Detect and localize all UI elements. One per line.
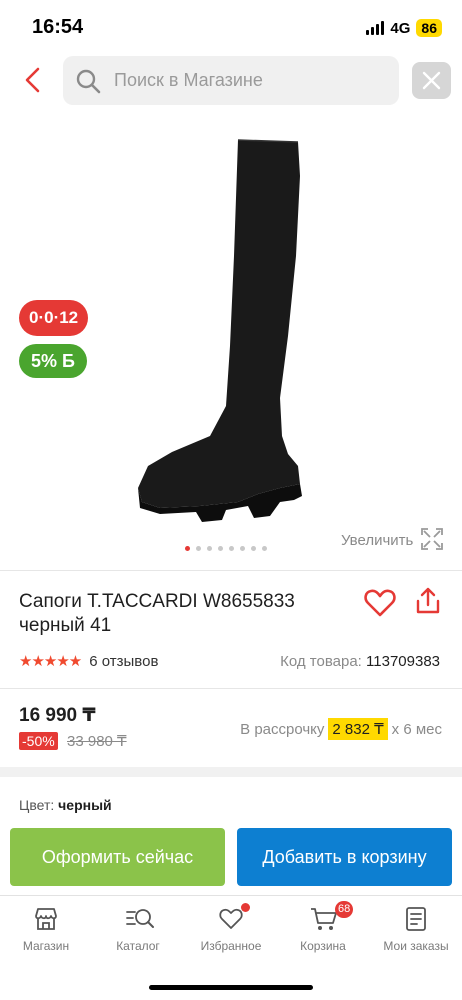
battery-level: 86 <box>416 19 442 37</box>
zoom-label[interactable]: Увеличить <box>341 532 413 549</box>
home-indicator <box>149 985 313 990</box>
share-icon <box>416 587 440 614</box>
product-gallery[interactable]: 0·0·12 5% Б Увеличить <box>0 120 462 560</box>
product-code-label: Код товара: <box>280 653 362 670</box>
section-separator <box>0 767 462 777</box>
pagination-dot[interactable] <box>207 546 212 551</box>
nav-label: Магазин <box>22 939 70 953</box>
notification-dot <box>241 903 250 912</box>
search-input[interactable]: Поиск в Магазине <box>63 56 399 105</box>
nav-item-shop[interactable]: Магазин <box>0 896 92 968</box>
cart-icon <box>311 908 337 930</box>
expand-icon[interactable] <box>421 528 443 550</box>
product-title: Сапоги T.TACCARDI W8655833 черный 41 <box>19 591 295 636</box>
pagination-dot[interactable] <box>196 546 201 551</box>
catalog-search-icon <box>126 909 154 928</box>
product-code: Код товара: 113709383 <box>280 653 440 670</box>
header: Поиск в Магазине <box>0 55 462 107</box>
heart-icon <box>219 908 243 929</box>
nav-label: Каталог <box>116 939 160 953</box>
close-button[interactable] <box>412 62 451 99</box>
orders-icon <box>406 907 426 931</box>
rating-stars: ★★★★★ <box>19 653 82 670</box>
installment-suffix: х 6 мес <box>391 720 442 738</box>
network-type: 4G <box>390 19 411 37</box>
close-icon <box>422 71 441 90</box>
pagination-dot[interactable] <box>240 546 245 551</box>
nav-item-cart[interactable]: 68 Корзина <box>277 896 369 968</box>
divider <box>0 688 462 689</box>
product-code-value: 113709383 <box>366 653 440 670</box>
reviews-link[interactable]: 6 отзывов <box>89 653 158 670</box>
add-to-cart-button[interactable]: Добавить в корзину <box>237 828 452 886</box>
rating-row[interactable]: ★★★★★ 6 отзывов <box>19 652 158 671</box>
timer-badge: 0·0·12 <box>19 300 89 336</box>
pagination-dot[interactable] <box>218 546 223 551</box>
bottom-nav: Магазин Каталог Избранное 68 Корзина Мои… <box>0 895 462 967</box>
pagination-dot[interactable] <box>185 546 190 551</box>
bonus-badge: 5% Б <box>19 344 87 378</box>
shop-icon <box>35 908 57 930</box>
heart-icon <box>364 589 396 617</box>
divider <box>0 570 462 571</box>
installment-amount: 2 832 ₸ <box>328 718 388 740</box>
color-label: Цвет: <box>19 797 55 813</box>
search-placeholder: Поиск в Магазине <box>114 70 263 90</box>
pagination-dot[interactable] <box>229 546 234 551</box>
nav-label: Мои заказы <box>383 939 449 953</box>
discount-badge: -50% <box>19 732 58 750</box>
pagination-dot[interactable] <box>262 546 267 551</box>
current-price: 16 990 ₸ <box>19 705 96 726</box>
nav-item-favorites[interactable]: Избранное <box>185 896 277 968</box>
nav-label: Избранное <box>200 939 262 953</box>
favorite-button[interactable] <box>364 588 396 618</box>
buy-now-button[interactable]: Оформить сейчас <box>10 828 225 886</box>
status-time: 16:54 <box>32 16 84 38</box>
status-indicators: 4G 86 <box>366 19 442 37</box>
back-button[interactable] <box>18 65 48 95</box>
chevron-left-icon <box>25 67 40 93</box>
search-icon <box>76 69 101 94</box>
nav-item-catalog[interactable]: Каталог <box>92 896 184 968</box>
color-option: Цвет: черный <box>19 797 112 813</box>
color-value: черный <box>58 797 112 813</box>
nav-item-orders[interactable]: Мои заказы <box>370 896 462 968</box>
pagination-dot[interactable] <box>251 546 256 551</box>
status-bar: 16:54 4G 86 <box>0 0 462 52</box>
installment-prefix: В рассрочку <box>240 720 325 738</box>
product-image[interactable] <box>130 136 310 528</box>
installment-info[interactable]: В рассрочку 2 832 ₸ х 6 мес <box>240 718 442 740</box>
cart-count-badge: 68 <box>335 901 354 918</box>
old-price: 33 980 ₸ <box>67 733 127 750</box>
gallery-pagination[interactable] <box>185 546 267 551</box>
nav-label: Корзина <box>300 939 346 953</box>
signal-icon <box>366 21 385 35</box>
share-button[interactable] <box>414 586 442 616</box>
